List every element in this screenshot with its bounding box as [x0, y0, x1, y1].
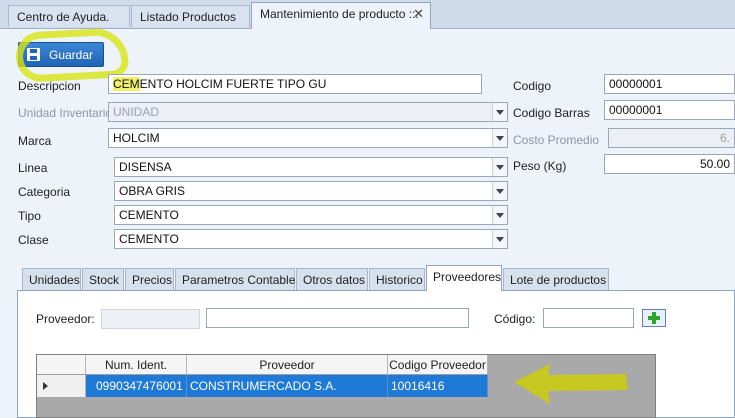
tab-label: Stock	[89, 273, 120, 287]
categoria-select[interactable]: OBRA GRIS	[114, 181, 508, 201]
marca-value: HOLCIM	[113, 131, 160, 145]
tab-label: Parametros Contables	[182, 273, 302, 287]
descripcion-input[interactable]: CEMENTO HOLCIM FUERTE TIPO GU	[108, 74, 482, 94]
descripcion-value-highlighted: CEM	[113, 77, 140, 91]
clase-value: CEMENTO	[119, 232, 179, 246]
categoria-label: Categoria	[18, 185, 71, 199]
tab-label: Unidades	[29, 273, 80, 287]
linea-select[interactable]: DISENSA	[114, 157, 508, 177]
costo-promedio-value: 6.	[719, 131, 730, 145]
clase-label: Clase	[18, 233, 49, 247]
codigo-proveedor-input[interactable]	[543, 308, 634, 328]
close-icon[interactable]: ✕	[413, 3, 424, 25]
codigo-barras-value: 00000001	[609, 103, 663, 117]
document-tab-strip: Centro de Ayuda. Listado Productos Mante…	[0, 0, 735, 29]
proveedor-label: Proveedor:	[36, 312, 95, 326]
cell-text: 0990347476001	[96, 379, 183, 393]
tab-centro-de-ayuda[interactable]: Centro de Ayuda.	[8, 5, 130, 27]
unidad-inventario-value: UNIDAD	[113, 105, 160, 119]
row-pointer-icon[interactable]	[37, 375, 86, 397]
tab-stock[interactable]: Stock	[82, 268, 124, 290]
codigo-barras-input[interactable]: 00000001	[604, 100, 735, 120]
tab-label: Lote de productos	[510, 273, 607, 287]
tipo-value: CEMENTO	[119, 208, 179, 222]
codigo-input[interactable]: 00000001	[604, 74, 735, 94]
chevron-down-icon	[492, 103, 507, 121]
column-header-label: Codigo Proveedor	[389, 358, 486, 372]
tab-label: Proveedores	[433, 270, 502, 284]
column-header[interactable]: Num. Ident.	[86, 355, 187, 375]
chevron-down-icon[interactable]	[492, 230, 507, 248]
clase-select[interactable]: CEMENTO	[114, 229, 508, 249]
tab-mantenimiento-de-producto[interactable]: Mantenimiento de producto ::. ✕	[251, 2, 431, 29]
add-icon	[648, 312, 660, 324]
tab-label: Mantenimiento de producto ::.	[260, 7, 419, 21]
chevron-down-icon[interactable]	[492, 182, 507, 200]
codigo-value: 00000001	[609, 77, 663, 91]
descripcion-label: Descripcion	[18, 79, 81, 93]
tab-precios[interactable]: Precios	[125, 268, 174, 290]
tab-label: Listado Productos	[140, 10, 237, 24]
tab-parametros-contables[interactable]: Parametros Contables	[175, 268, 301, 290]
peso-input[interactable]: 50.00	[604, 154, 735, 174]
unidad-inventario-select: UNIDAD	[108, 102, 508, 122]
cell-text: CONSTRUMERCADO S.A.	[190, 379, 337, 393]
marca-label: Marca	[18, 134, 52, 148]
descripcion-value: ENTO HOLCIM FUERTE TIPO GU	[139, 77, 327, 91]
table-cell[interactable]: 0990347476001	[86, 375, 187, 397]
tab-label: Precios	[132, 273, 173, 287]
peso-value: 50.00	[699, 157, 730, 171]
grid-corner	[37, 355, 86, 375]
marca-select[interactable]: HOLCIM	[108, 128, 508, 148]
chevron-down-icon[interactable]	[492, 158, 507, 176]
highlighter-arrow	[514, 364, 628, 404]
column-header[interactable]: Proveedor	[187, 355, 388, 375]
tab-otros-datos[interactable]: Otros datos	[296, 268, 368, 290]
codigo-proveedor-label: Código:	[494, 312, 536, 326]
unidad-inventario-label: Unidad Inventario	[18, 106, 113, 120]
add-proveedor-button[interactable]	[642, 309, 666, 327]
codigo-label: Codigo	[513, 79, 552, 93]
tipo-label: Tipo	[18, 209, 41, 223]
costo-promedio-input: 6.	[608, 128, 735, 148]
tab-proveedores[interactable]: Proveedores	[426, 265, 502, 291]
linea-label: Linea	[18, 161, 48, 175]
tab-historico[interactable]: Historico	[369, 268, 425, 290]
column-header-label: Num. Ident.	[104, 358, 168, 372]
codigo-barras-label: Codigo Barras	[513, 106, 590, 120]
column-header-label: Proveedor	[259, 358, 315, 372]
cell-text: 10016416	[391, 379, 445, 393]
tab-label: Historico	[376, 273, 423, 287]
chevron-down-icon[interactable]	[492, 129, 507, 147]
column-header[interactable]: Codigo Proveedor	[388, 355, 488, 375]
proveedor-code-input	[101, 309, 200, 329]
tab-label: Centro de Ayuda.	[17, 10, 110, 24]
linea-value: DISENSA	[119, 160, 172, 174]
tab-unidades[interactable]: Unidades	[22, 268, 81, 290]
tab-listado-productos[interactable]: Listado Productos	[131, 5, 250, 27]
tab-lote-de-productos[interactable]: Lote de productos	[503, 268, 609, 290]
table-cell[interactable]: CONSTRUMERCADO S.A.	[187, 375, 388, 397]
table-cell[interactable]: 10016416	[388, 375, 488, 397]
categoria-value: OBRA GRIS	[119, 184, 186, 198]
proveedor-name-input[interactable]	[206, 308, 469, 328]
tab-label: Otros datos	[303, 273, 366, 287]
costo-promedio-label: Costo Promedio	[513, 133, 600, 147]
tipo-select[interactable]: CEMENTO	[114, 205, 508, 225]
peso-label: Peso (Kg)	[513, 159, 567, 173]
chevron-down-icon[interactable]	[492, 206, 507, 224]
